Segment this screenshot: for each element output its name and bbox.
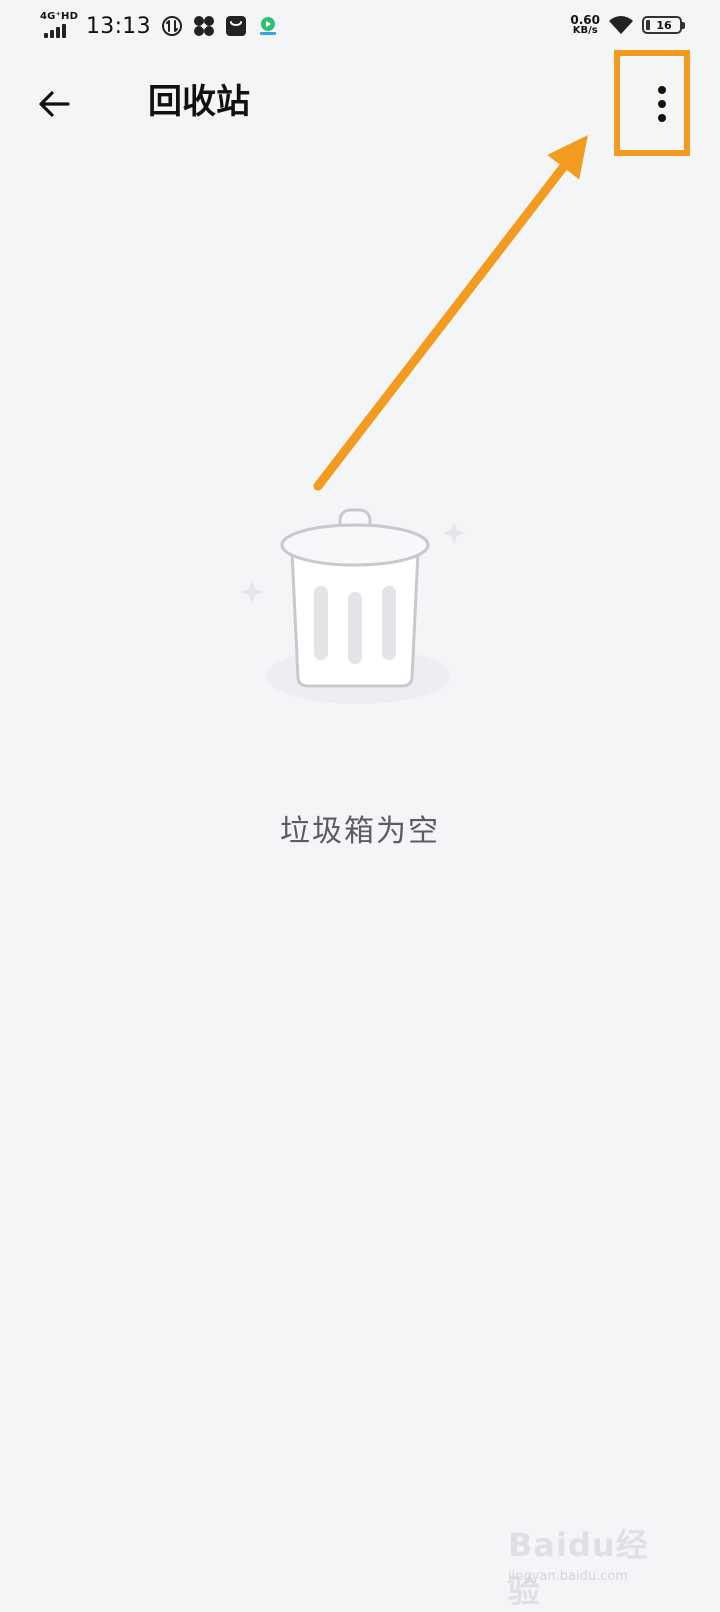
app-bar: 回收站 [0, 62, 720, 142]
more-options-button[interactable] [640, 78, 684, 130]
battery-icon: 16 [642, 16, 685, 34]
arrow-left-icon [39, 91, 70, 117]
empty-state-message: 垃圾箱为空 [280, 814, 440, 849]
empty-state-illustration [230, 500, 480, 730]
fan-icon [193, 15, 215, 37]
network-type: 4G⁺HD [40, 11, 79, 22]
status-bar: 4G⁺HD 13:13 0.60 KB/s 16 [0, 0, 720, 56]
signal-bars [44, 24, 66, 38]
battery-level: 16 [656, 18, 672, 32]
more-vertical-icon [658, 86, 666, 122]
watermark-url: jingyan.baidu.com [508, 1569, 628, 1584]
page-title: 回收站 [148, 82, 250, 122]
annotation-arrow [313, 135, 588, 491]
video-app-icon [257, 15, 279, 37]
back-button[interactable] [30, 80, 78, 128]
shopping-bag-icon [225, 15, 247, 37]
data-saver-icon [161, 15, 183, 37]
battery-level-fill [646, 20, 650, 30]
watermark: Baidu经验 jingyan.baidu.com [508, 1508, 678, 1610]
trash-bin-icon [240, 508, 465, 704]
watermark-logo: Baidu经验 [508, 1526, 649, 1610]
status-time: 13:13 [86, 13, 151, 39]
wifi-icon [608, 14, 634, 36]
status-bar-left: 4G⁺HD 13:13 [40, 12, 279, 40]
status-bar-right: 0.60 KB/s 16 [570, 14, 685, 36]
cellular-signal-icon: 4G⁺HD [40, 11, 79, 40]
network-speed-unit: KB/s [572, 25, 598, 36]
network-speed: 0.60 KB/s [570, 14, 600, 36]
